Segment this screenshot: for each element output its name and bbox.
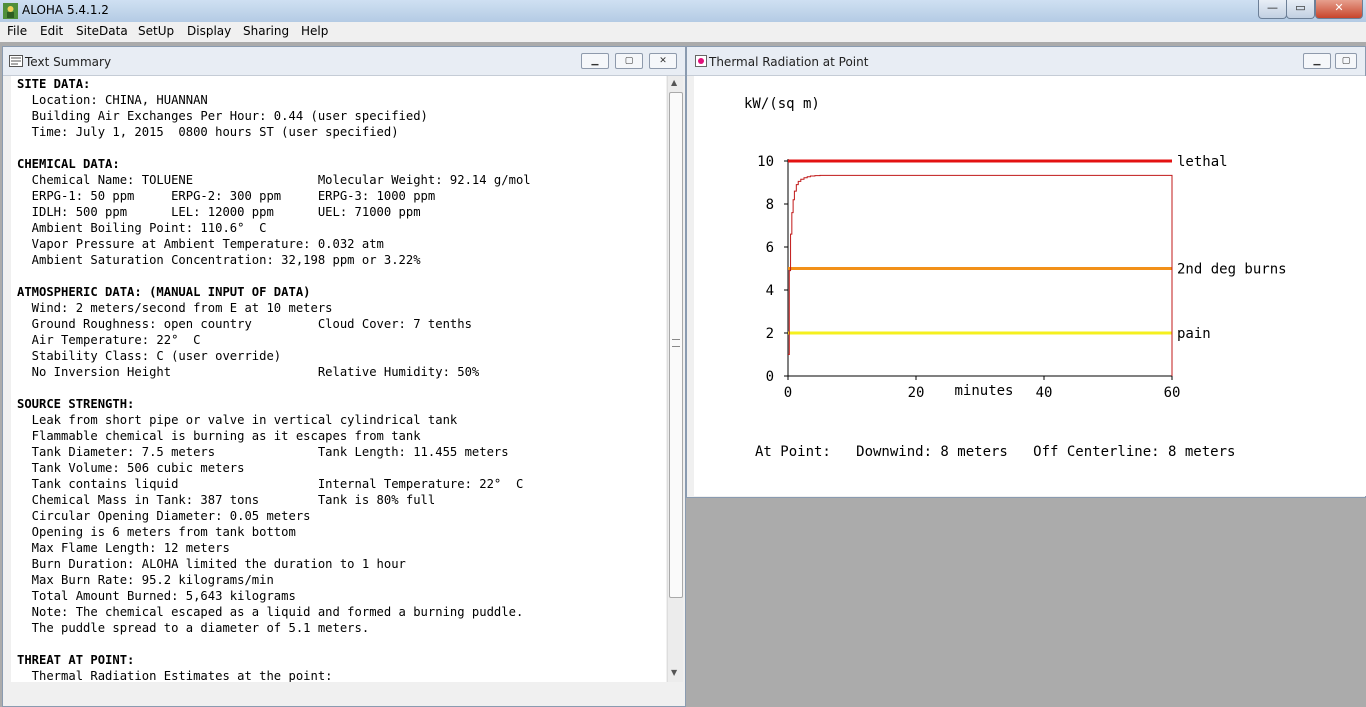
summary-line: Ambient Boiling Point: 110.6° C bbox=[17, 221, 267, 235]
x-tick-label: 0 bbox=[784, 385, 792, 401]
summary-line: Flammable chemical is burning as it esca… bbox=[17, 429, 421, 443]
scroll-down-arrow-icon[interactable]: ▼ bbox=[671, 668, 677, 677]
summary-line: Tank contains liquid Internal Temperatur… bbox=[17, 477, 524, 491]
text-summary-horizontal-scrollbar[interactable] bbox=[11, 682, 682, 690]
summary-line: Thermal Radiation Estimates at the point… bbox=[17, 669, 333, 682]
summary-line: SOURCE STRENGTH: bbox=[17, 397, 135, 411]
x-axis-label: minutes bbox=[954, 383, 1013, 399]
threshold-label: pain bbox=[1177, 326, 1211, 342]
summary-line: Burn Duration: ALOHA limited the duratio… bbox=[17, 557, 406, 571]
y-tick-label: 6 bbox=[766, 240, 774, 256]
y-tick-label: 0 bbox=[766, 369, 774, 385]
y-tick-label: 8 bbox=[766, 197, 774, 213]
text-summary-window: Text Summary ▁ ▢ ✕ SITE DATA: Location: … bbox=[2, 46, 686, 707]
x-tick-label: 20 bbox=[908, 385, 925, 401]
summary-line: Tank Volume: 506 cubic meters bbox=[17, 461, 245, 475]
summary-line: Chemical Name: TOLUENE Molecular Weight:… bbox=[17, 173, 531, 187]
text-summary-minimize-button[interactable]: ▁ bbox=[581, 53, 609, 69]
summary-line: Wind: 2 meters/second from E at 10 meter… bbox=[17, 301, 333, 315]
text-summary-vertical-scrollbar[interactable]: ▲ ▼ bbox=[667, 76, 683, 682]
summary-line: Circular Opening Diameter: 0.05 meters bbox=[17, 509, 311, 523]
thermal-radiation-curve bbox=[788, 174, 1173, 376]
summary-line: Leak from short pipe or valve in vertica… bbox=[17, 413, 458, 427]
y-axis-label: kW/(sq m) bbox=[744, 96, 820, 112]
summary-line: Ambient Saturation Concentration: 32,198… bbox=[17, 253, 421, 267]
maximize-button[interactable]: ▭ bbox=[1286, 0, 1315, 19]
scroll-up-arrow-icon[interactable]: ▲ bbox=[671, 78, 677, 87]
x-tick-label: 60 bbox=[1164, 385, 1181, 401]
thermal-radiation-title: Thermal Radiation at Point bbox=[709, 55, 869, 69]
menu-help[interactable]: Help bbox=[301, 24, 328, 38]
threshold-label: lethal bbox=[1177, 154, 1228, 170]
menu-file[interactable]: File bbox=[7, 24, 27, 38]
minimize-button[interactable]: — bbox=[1258, 0, 1287, 19]
summary-line: Time: July 1, 2015 0800 hours ST (user s… bbox=[17, 125, 399, 139]
chart-plot-area: 0 2 4 6 8 10 0 20 40 60 lethal 2nd deg burns pain bbox=[757, 154, 1286, 401]
scrollbar-grip-icon bbox=[672, 339, 680, 347]
text-summary-icon bbox=[9, 55, 23, 67]
summary-line: Location: CHINA, HUANNAN bbox=[17, 93, 208, 107]
text-summary-restore-button[interactable]: ▢ bbox=[615, 53, 643, 69]
thermal-radiation-chart: kW/(sq m) minutes 0 2 4 6 8 10 0 20 40 60 lethal 2n… bbox=[744, 96, 1287, 460]
text-summary-title: Text Summary bbox=[25, 55, 112, 69]
summary-line: The puddle spread to a diameter of 5.1 m… bbox=[17, 621, 370, 635]
summary-line: Vapor Pressure at Ambient Temperature: 0… bbox=[17, 237, 384, 251]
summary-line: Tank Diameter: 7.5 meters Tank Length: 1… bbox=[17, 445, 509, 459]
text-summary-titlebar[interactable]: Text Summary ▁ ▢ ✕ bbox=[3, 47, 685, 76]
threshold-label: 2nd deg burns bbox=[1177, 262, 1287, 278]
thermal-radiation-restore-button[interactable]: ▢ bbox=[1335, 53, 1357, 69]
menu-setup[interactable]: SetUp bbox=[138, 24, 174, 38]
summary-line: Air Temperature: 22° C bbox=[17, 333, 201, 347]
menu-sharing[interactable]: Sharing bbox=[243, 24, 289, 38]
menu-edit[interactable]: Edit bbox=[40, 24, 63, 38]
menu-sitedata[interactable]: SiteData bbox=[76, 24, 128, 38]
x-tick-label: 40 bbox=[1036, 385, 1053, 401]
summary-line: IDLH: 500 ppm LEL: 12000 ppm UEL: 71000 … bbox=[17, 205, 421, 219]
summary-line: Max Burn Rate: 95.2 kilograms/min bbox=[17, 573, 274, 587]
text-summary-content: SITE DATA: Location: CHINA, HUANNAN Buil… bbox=[11, 76, 666, 682]
summary-line: ERPG-1: 50 ppm ERPG-2: 300 ppm ERPG-3: 1… bbox=[17, 189, 436, 203]
app-title: ALOHA 5.4.1.2 bbox=[22, 3, 109, 17]
mdi-workspace: Text Summary ▁ ▢ ✕ SITE DATA: Location: … bbox=[0, 42, 1366, 707]
at-point-footer: At Point: Downwind: 8 meters Off Centerl… bbox=[755, 444, 1235, 460]
summary-line: Opening is 6 meters from tank bottom bbox=[17, 525, 296, 539]
summary-line: Chemical Mass in Tank: 387 tons Tank is … bbox=[17, 493, 436, 507]
summary-line: CHEMICAL DATA: bbox=[17, 157, 120, 171]
summary-line: ATMOSPHERIC DATA: (MANUAL INPUT OF DATA) bbox=[17, 285, 311, 299]
y-tick-label: 2 bbox=[766, 326, 774, 342]
summary-line: Building Air Exchanges Per Hour: 0.44 (u… bbox=[17, 109, 428, 123]
summary-line: SITE DATA: bbox=[17, 77, 91, 91]
summary-line: No Inversion Height Relative Humidity: 5… bbox=[17, 365, 480, 379]
summary-line: Ground Roughness: open country Cloud Cov… bbox=[17, 317, 472, 331]
y-tick-label: 10 bbox=[757, 154, 774, 170]
chart-window-icon bbox=[695, 55, 707, 67]
thermal-radiation-minimize-button[interactable]: ▁ bbox=[1303, 53, 1331, 69]
thermal-radiation-titlebar[interactable]: Thermal Radiation at Point ▁ ▢ bbox=[687, 47, 1365, 76]
thermal-radiation-window: Thermal Radiation at Point ▁ ▢ kW/(sq m)… bbox=[686, 46, 1366, 498]
close-button[interactable]: ✕ bbox=[1315, 0, 1363, 19]
summary-line: Note: The chemical escaped as a liquid a… bbox=[17, 605, 524, 619]
summary-line: THREAT AT POINT: bbox=[17, 653, 135, 667]
text-summary-close-button[interactable]: ✕ bbox=[649, 53, 677, 69]
menu-bar: File Edit SiteData SetUp Display Sharing… bbox=[0, 22, 1366, 42]
aloha-app-icon bbox=[3, 3, 18, 19]
menu-display[interactable]: Display bbox=[187, 24, 231, 38]
summary-line: Total Amount Burned: 5,643 kilograms bbox=[17, 589, 296, 603]
summary-line: Max Flame Length: 12 meters bbox=[17, 541, 230, 555]
scrollbar-thumb[interactable] bbox=[669, 92, 683, 598]
summary-line: Stability Class: C (user override) bbox=[17, 349, 282, 363]
app-titlebar: ALOHA 5.4.1.2 — ▭ ✕ bbox=[0, 0, 1366, 22]
thermal-radiation-chart-panel: kW/(sq m) minutes 0 2 4 6 8 10 0 20 40 60 lethal 2n… bbox=[694, 76, 1366, 496]
y-tick-label: 4 bbox=[766, 283, 774, 299]
